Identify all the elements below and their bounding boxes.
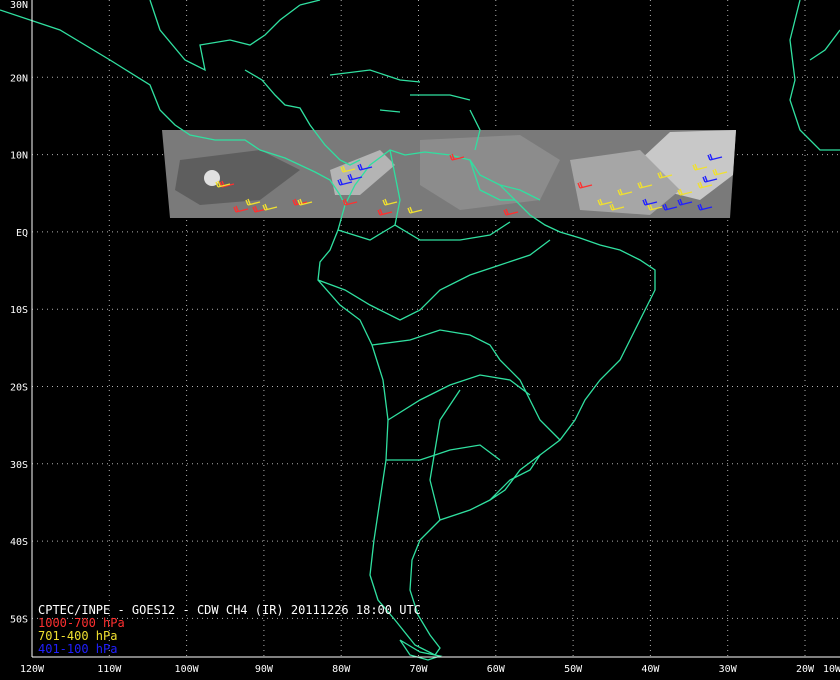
lat-label: 20N	[10, 73, 28, 84]
lat-label: 30S	[10, 460, 28, 471]
lat-label: EQ	[16, 228, 28, 239]
lon-label: 30W	[719, 664, 738, 675]
lon-label: 120W	[20, 664, 45, 675]
axis-labels: 30N 20N 10N EQ 10S 20S 30S 40S 50S 120W 110W 100W 90…	[10, 0, 840, 675]
lon-label: 50W	[564, 664, 583, 675]
lon-label: 100W	[175, 664, 200, 675]
lon-label: 40W	[641, 664, 660, 675]
lat-label: 30N	[10, 0, 28, 11]
lon-label: 10W	[823, 664, 840, 675]
lat-label: 40S	[10, 537, 28, 548]
lon-label: 80W	[332, 664, 351, 675]
lat-label: 10S	[10, 305, 28, 316]
lon-label: 70W	[409, 664, 428, 675]
lon-label: 110W	[97, 664, 122, 675]
lat-lon-grid	[32, 0, 840, 657]
map-canvas: 30N 20N 10N EQ 10S 20S 30S 40S 50S 120W 110W 100W 90…	[0, 0, 840, 675]
coastlines	[0, 0, 840, 661]
legend-high-level: 401-100 hPa	[38, 642, 118, 656]
lon-label: 90W	[255, 664, 274, 675]
lon-label: 20W	[796, 664, 815, 675]
satellite-wind-map: 30N 20N 10N EQ 10S 20S 30S 40S 50S 120W 110W 100W 90…	[0, 0, 840, 680]
lat-label: 10N	[10, 151, 28, 162]
lon-label: 60W	[487, 664, 506, 675]
lat-label: 20S	[10, 383, 28, 394]
lat-label: 50S	[10, 614, 28, 625]
